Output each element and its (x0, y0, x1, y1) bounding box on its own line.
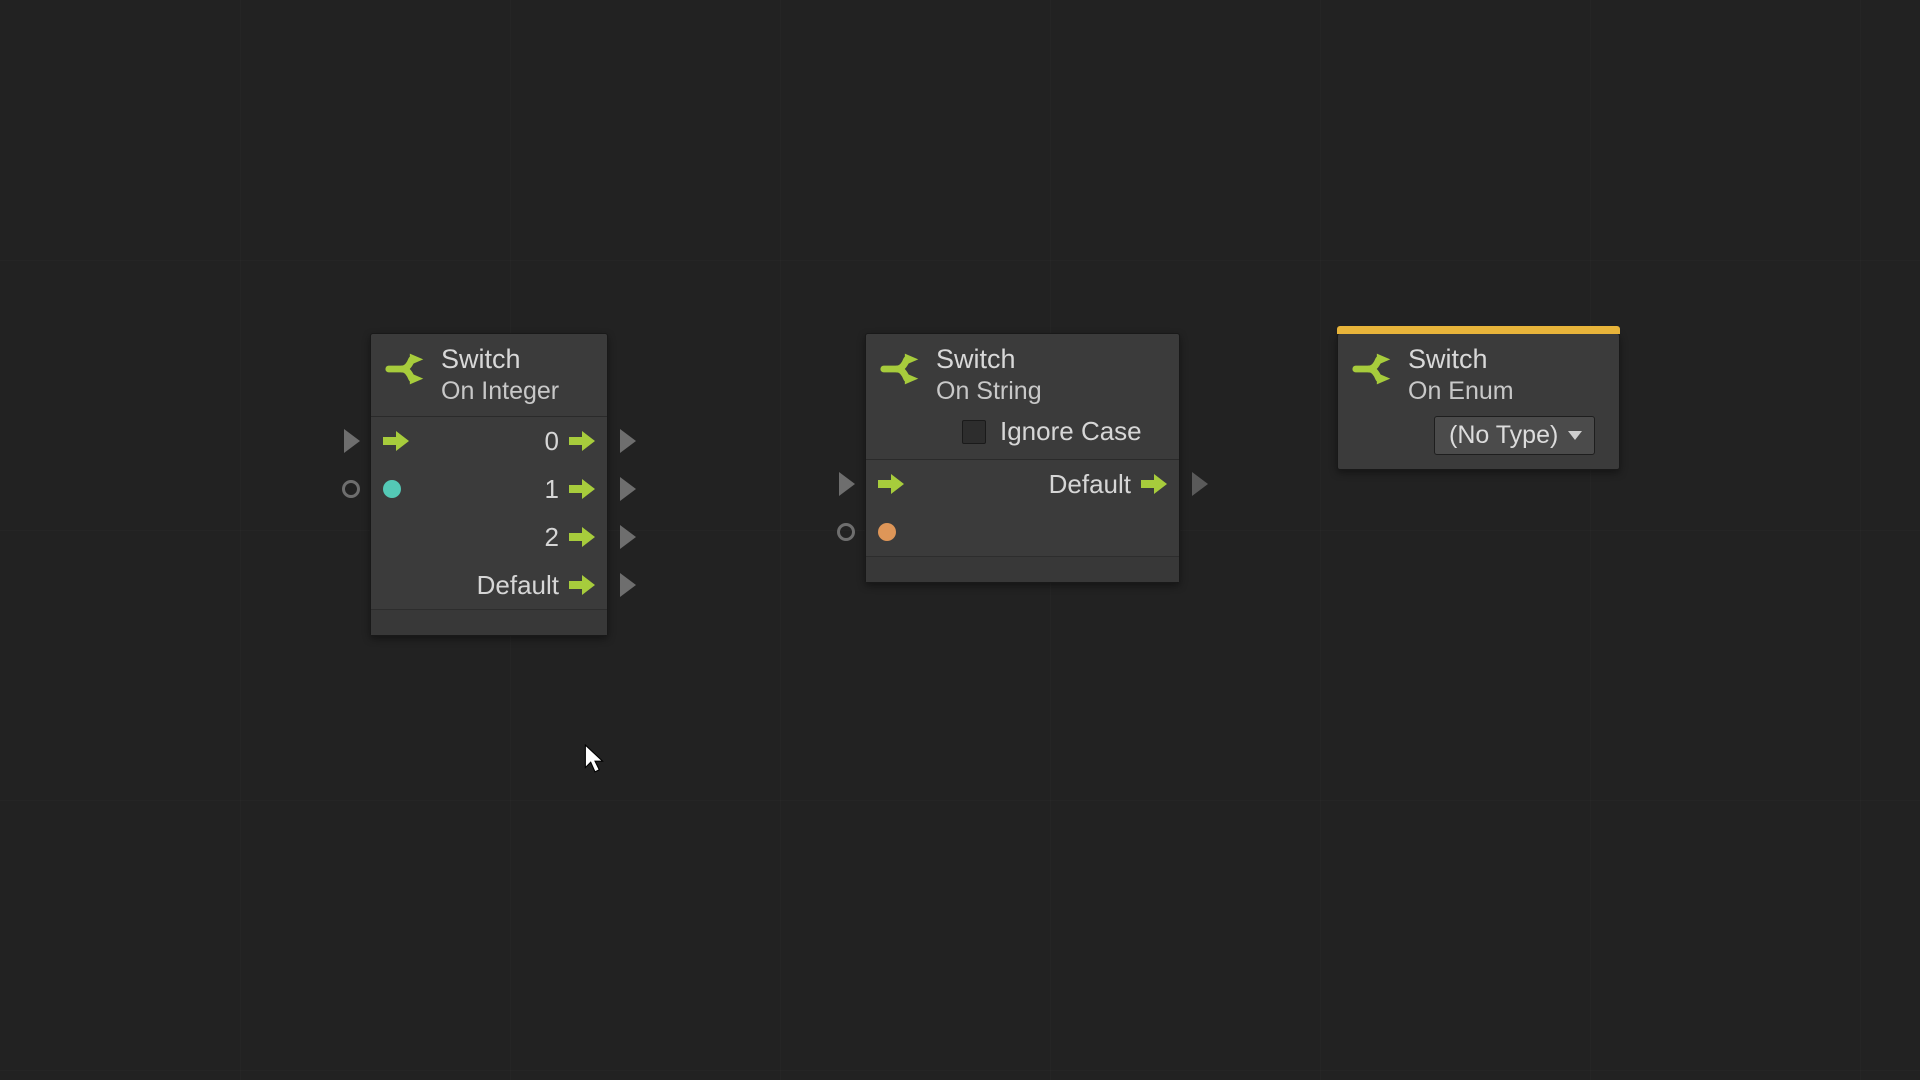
string-port-dot[interactable] (878, 523, 896, 541)
output-label: 0 (545, 426, 559, 457)
node-body: 0 1 2 Default (371, 416, 607, 635)
node-footer (866, 556, 1179, 582)
node-subtitle: On Enum (1408, 377, 1514, 406)
node-title: Switch (1408, 344, 1514, 375)
port-row: Default (371, 561, 607, 609)
port-row: 2 (371, 513, 607, 561)
node-subtitle: On Integer (441, 377, 559, 406)
output-label: Default (477, 570, 559, 601)
ignore-case-checkbox[interactable] (962, 420, 986, 444)
value-in-port[interactable] (837, 523, 855, 541)
node-header[interactable]: Switch On Integer (371, 334, 607, 416)
node-switch-on-integer[interactable]: Switch On Integer 0 1 2 (370, 333, 608, 636)
node-header[interactable]: Switch On String (866, 334, 1179, 416)
exec-in-port[interactable] (839, 472, 855, 496)
exec-out-port[interactable] (620, 429, 636, 453)
output-label: Default (1049, 469, 1131, 500)
arrow-icon (569, 575, 595, 595)
exec-out-port[interactable] (620, 477, 636, 501)
port-row: Default (866, 460, 1179, 508)
port-row: 0 (371, 417, 607, 465)
node-footer (371, 609, 607, 635)
arrow-icon (383, 431, 409, 451)
mouse-cursor (584, 744, 606, 774)
dropdown-value: (No Type) (1449, 421, 1558, 450)
node-title: Switch (936, 344, 1042, 375)
output-label: 2 (545, 522, 559, 553)
ignore-case-label: Ignore Case (1000, 416, 1142, 447)
branch-icon (878, 346, 924, 392)
exec-in-port[interactable] (344, 429, 360, 453)
branch-icon (383, 346, 429, 392)
arrow-icon (569, 479, 595, 499)
value-in-port[interactable] (342, 480, 360, 498)
node-title: Switch (441, 344, 559, 375)
selection-highlight (1337, 326, 1620, 334)
node-switch-on-string[interactable]: Switch On String Ignore Case Default (865, 333, 1180, 583)
node-header[interactable]: Switch On Enum (1338, 334, 1619, 416)
exec-out-port[interactable] (620, 525, 636, 549)
exec-out-port[interactable] (1192, 472, 1208, 496)
node-body: Default (866, 459, 1179, 582)
node-subtitle: On String (936, 377, 1042, 406)
arrow-icon (1141, 474, 1167, 494)
port-row (866, 508, 1179, 556)
port-row: 1 (371, 465, 607, 513)
arrow-icon (569, 431, 595, 451)
ignore-case-row: Ignore Case (866, 416, 1179, 459)
exec-out-port[interactable] (620, 573, 636, 597)
branch-icon (1350, 346, 1396, 392)
output-label: 1 (545, 474, 559, 505)
chevron-down-icon (1568, 431, 1582, 440)
enum-type-dropdown[interactable]: (No Type) (1434, 416, 1595, 455)
node-switch-on-enum[interactable]: Switch On Enum (No Type) (1337, 333, 1620, 470)
type-dropdown-row: (No Type) (1338, 416, 1619, 469)
arrow-icon (878, 474, 904, 494)
int-port-dot[interactable] (383, 480, 401, 498)
arrow-icon (569, 527, 595, 547)
